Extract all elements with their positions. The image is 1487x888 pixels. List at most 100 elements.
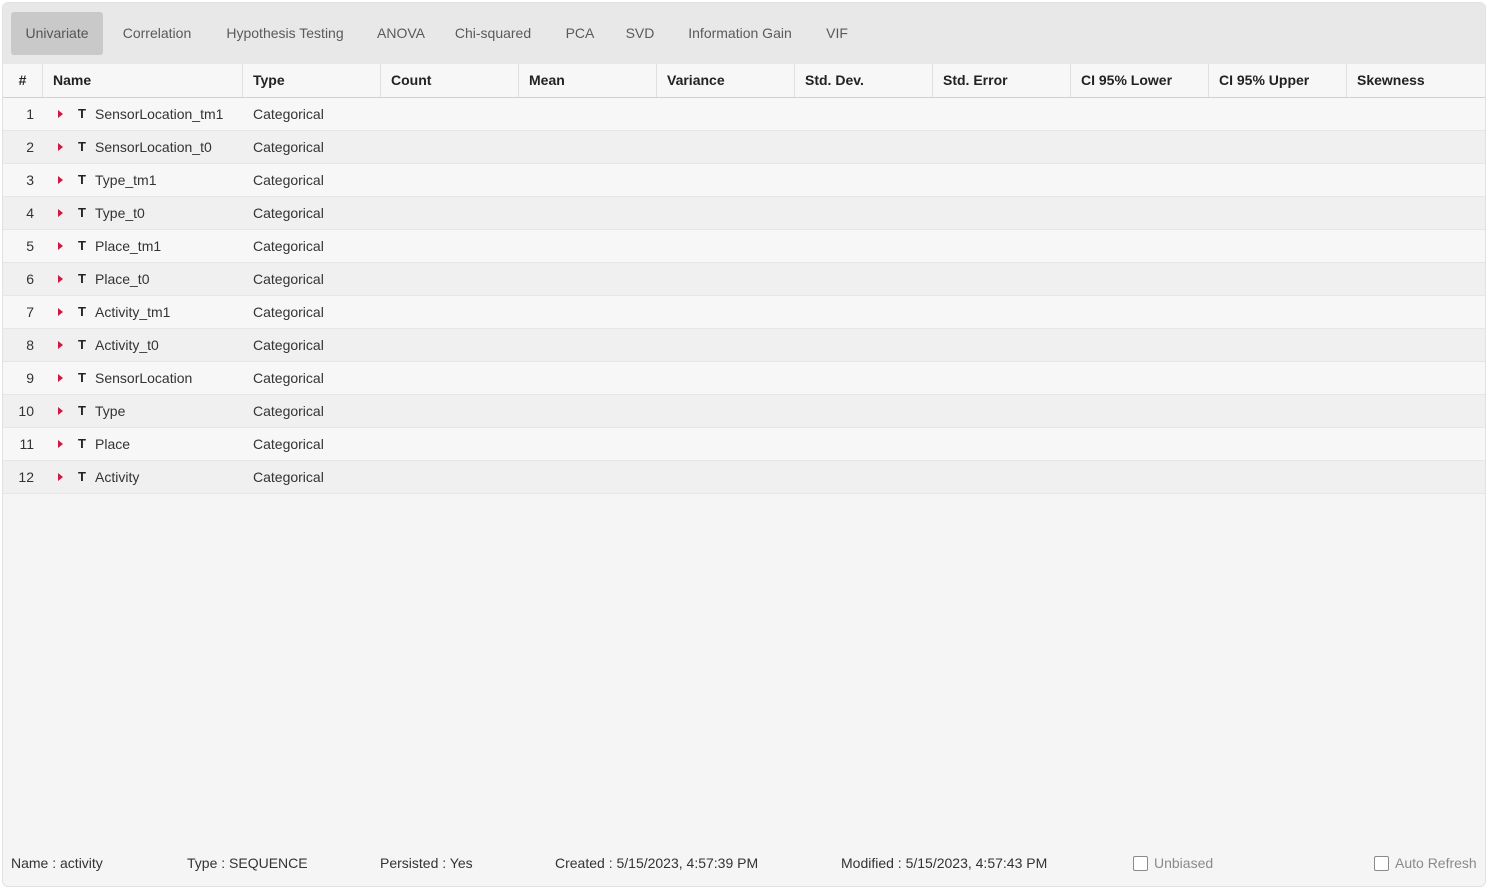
row-index: 7 [26, 304, 34, 320]
table-row[interactable]: 1 T SensorLocation_tm1 Categorical [3, 98, 1485, 131]
row-type: Categorical [253, 403, 324, 419]
caret-right-icon[interactable] [58, 374, 63, 382]
row-type: Categorical [253, 271, 324, 287]
status-name: Name : activity [11, 855, 103, 871]
table-row[interactable]: 5 T Place_tm1 Categorical [3, 230, 1485, 263]
row-type: Categorical [253, 469, 324, 485]
caret-right-icon[interactable] [58, 242, 63, 250]
tab-chi-squared[interactable]: Chi-squared [445, 12, 541, 55]
row-index: 8 [26, 337, 34, 353]
row-type: Categorical [253, 106, 324, 122]
row-index: 5 [26, 238, 34, 254]
table-row[interactable]: 3 T Type_tm1 Categorical [3, 164, 1485, 197]
row-type: Categorical [253, 370, 324, 386]
text-type-icon: T [78, 271, 86, 286]
table-row[interactable]: 4 T Type_t0 Categorical [3, 197, 1485, 230]
row-name: Type_t0 [95, 205, 145, 221]
auto-refresh-label: Auto Refresh [1395, 855, 1477, 871]
column-header-index[interactable]: # [3, 64, 43, 97]
text-type-icon: T [78, 469, 86, 484]
row-type: Categorical [253, 337, 324, 353]
auto-refresh-checkbox[interactable]: Auto Refresh [1374, 848, 1477, 878]
checkbox-icon[interactable] [1133, 855, 1148, 871]
text-type-icon: T [78, 304, 86, 319]
column-header-count[interactable]: Count [381, 64, 519, 97]
row-type: Categorical [253, 205, 324, 221]
caret-right-icon[interactable] [58, 341, 63, 349]
row-index: 1 [26, 106, 34, 122]
table-row[interactable]: 2 T SensorLocation_t0 Categorical [3, 131, 1485, 164]
row-type: Categorical [253, 304, 324, 320]
column-header-skewness[interactable]: Skewness [1347, 64, 1485, 97]
row-type: Categorical [253, 436, 324, 452]
row-index: 3 [26, 172, 34, 188]
caret-right-icon[interactable] [58, 176, 63, 184]
row-index: 11 [19, 436, 34, 452]
table-row[interactable]: 11 T Place Categorical [3, 428, 1485, 461]
caret-right-icon[interactable] [58, 110, 63, 118]
row-name: SensorLocation_t0 [95, 139, 212, 155]
column-header-variance[interactable]: Variance [657, 64, 795, 97]
caret-right-icon[interactable] [58, 209, 63, 217]
status-created: Created : 5/15/2023, 4:57:39 PM [555, 855, 759, 871]
tab-anova[interactable]: ANOVA [367, 12, 435, 55]
row-type: Categorical [253, 238, 324, 254]
text-type-icon: T [78, 337, 86, 352]
text-type-icon: T [78, 172, 86, 187]
table-row[interactable]: 12 T Activity Categorical [3, 461, 1485, 494]
tab-pca[interactable]: PCA [553, 12, 607, 55]
caret-right-icon[interactable] [58, 275, 63, 283]
unbiased-label: Unbiased [1154, 855, 1214, 871]
checkbox-icon[interactable] [1374, 855, 1389, 871]
row-index: 4 [26, 205, 34, 221]
text-type-icon: T [78, 370, 86, 385]
tab-bar: Univariate Correlation Hypothesis Testin… [3, 3, 1485, 65]
caret-right-icon[interactable] [58, 407, 63, 415]
tab-information-gain[interactable]: Information Gain [675, 12, 805, 55]
row-name: Type_tm1 [95, 172, 157, 188]
caret-right-icon[interactable] [58, 143, 63, 151]
status-persisted: Persisted : Yes [380, 855, 473, 871]
table-row[interactable]: 7 T Activity_tm1 Categorical [3, 296, 1485, 329]
unbiased-checkbox[interactable]: Unbiased [1133, 848, 1213, 878]
column-header-std-dev[interactable]: Std. Dev. [795, 64, 933, 97]
row-type: Categorical [253, 172, 324, 188]
row-index: 6 [26, 271, 34, 287]
table-row[interactable]: 6 T Place_t0 Categorical [3, 263, 1485, 296]
column-header-mean[interactable]: Mean [519, 64, 657, 97]
row-index: 9 [26, 370, 34, 386]
column-header-ci-lower[interactable]: CI 95% Lower [1071, 64, 1209, 97]
row-name: Place_t0 [95, 271, 150, 287]
column-header-name[interactable]: Name [43, 64, 243, 97]
tab-correlation[interactable]: Correlation [111, 12, 203, 55]
table-row[interactable]: 9 T SensorLocation Categorical [3, 362, 1485, 395]
status-type: Type : SEQUENCE [187, 855, 308, 871]
row-name: Activity_t0 [95, 337, 159, 353]
row-name: SensorLocation_tm1 [95, 106, 224, 122]
row-type: Categorical [253, 139, 324, 155]
table-row[interactable]: 8 T Activity_t0 Categorical [3, 329, 1485, 362]
row-index: 2 [26, 139, 34, 155]
text-type-icon: T [78, 436, 86, 451]
tab-hypothesis-testing[interactable]: Hypothesis Testing [213, 12, 357, 55]
row-name: Activity_tm1 [95, 304, 171, 320]
text-type-icon: T [78, 139, 86, 154]
tab-vif[interactable]: VIF [815, 12, 859, 55]
column-header-type[interactable]: Type [243, 64, 381, 97]
caret-right-icon[interactable] [58, 473, 63, 481]
tab-univariate[interactable]: Univariate [11, 12, 103, 55]
column-header-std-error[interactable]: Std. Error [933, 64, 1071, 97]
row-index: 10 [18, 403, 34, 419]
row-name: Type [95, 403, 126, 419]
text-type-icon: T [78, 205, 86, 220]
table-body: 1 T SensorLocation_tm1 Categorical 2 T S… [3, 98, 1485, 494]
caret-right-icon[interactable] [58, 440, 63, 448]
stats-panel: Univariate Correlation Hypothesis Testin… [2, 2, 1486, 887]
table-row[interactable]: 10 T Type Categorical [3, 395, 1485, 428]
tab-svd[interactable]: SVD [615, 12, 665, 55]
status-bar: Name : activity Type : SEQUENCE Persiste… [3, 848, 1485, 878]
caret-right-icon[interactable] [58, 308, 63, 316]
text-type-icon: T [78, 403, 86, 418]
column-header-ci-upper[interactable]: CI 95% Upper [1209, 64, 1347, 97]
row-name: Activity [95, 469, 140, 485]
